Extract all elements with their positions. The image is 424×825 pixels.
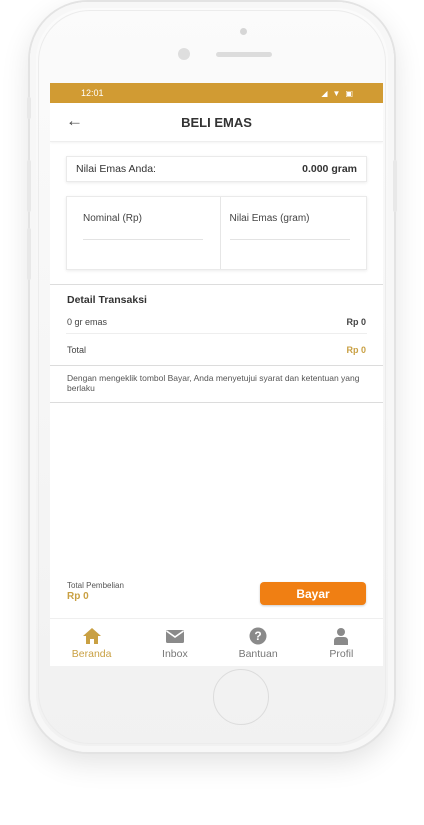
nav-item-profil[interactable]: Profil xyxy=(300,619,383,666)
status-bar: 12:01 ◢ ▼ ▣ xyxy=(50,83,383,103)
gold-balance-label: Nilai Emas Anda: xyxy=(76,163,156,175)
nav-label: Inbox xyxy=(162,648,188,660)
battery-icon: ▣ xyxy=(345,88,353,98)
status-icons: ◢ ▼ ▣ xyxy=(321,89,353,98)
nominal-input-group[interactable]: Nominal (Rp) xyxy=(67,197,220,269)
nav-item-bantuan[interactable]: ? Bantuan xyxy=(217,619,300,666)
nav-label: Bantuan xyxy=(238,648,278,660)
purchase-total-value: Rp 0 xyxy=(67,591,89,602)
earpiece-speaker xyxy=(216,52,272,57)
nominal-input[interactable] xyxy=(83,230,203,240)
gold-amount-input[interactable] xyxy=(229,230,350,240)
detail-row-gold: 0 gr emas Rp 0 xyxy=(50,306,383,327)
help-icon: ? xyxy=(248,627,268,645)
detail-row-amount: Rp 0 xyxy=(346,345,366,355)
nav-item-beranda[interactable]: Beranda xyxy=(50,619,133,666)
svg-text:?: ? xyxy=(254,629,261,643)
front-camera xyxy=(178,48,190,60)
gold-balance-card: Nilai Emas Anda: 0.000 gram xyxy=(66,156,367,182)
nav-label: Beranda xyxy=(71,648,112,660)
volume-up-button xyxy=(27,160,31,212)
nav-item-inbox[interactable]: Inbox xyxy=(133,619,216,666)
page-title: BELI EMAS xyxy=(181,114,252,130)
gold-input-group[interactable]: Nilai Emas (gram) xyxy=(219,197,367,269)
mute-switch xyxy=(27,97,31,119)
gold-balance-value: 0.000 gram xyxy=(302,163,357,175)
wifi-icon: ▼ xyxy=(332,88,341,98)
app-screen: 12:01 ◢ ▼ ▣ ← BELI EMAS Nilai Emas Anda:… xyxy=(50,83,383,666)
purchase-total-label: Total Pembelian xyxy=(67,581,124,590)
nominal-label: Nominal (Rp) xyxy=(83,213,142,224)
back-arrow-icon[interactable]: ← xyxy=(66,111,83,131)
pay-button[interactable]: Bayar xyxy=(260,582,366,605)
signal-icon: ◢ xyxy=(321,88,328,98)
bottom-nav: Beranda Inbox ? Bantuan Profil xyxy=(50,618,383,666)
purchase-total: Total Pembelian Rp 0 xyxy=(67,581,124,602)
gold-amount-label: Nilai Emas (gram) xyxy=(229,213,310,224)
app-bar: ← BELI EMAS xyxy=(50,103,383,142)
power-button xyxy=(393,160,397,212)
detail-title: Detail Transaksi xyxy=(67,294,147,306)
detail-row-label: 0 gr emas xyxy=(67,317,108,327)
nav-label: Profil xyxy=(329,648,354,660)
detail-row-label: Total xyxy=(67,345,87,355)
terms-text: Dengan mengeklik tombol Bayar, Anda meny… xyxy=(67,373,360,393)
user-icon xyxy=(331,627,351,645)
status-time: 12:01 xyxy=(81,88,104,98)
terms-section: Dengan mengeklik tombol Bayar, Anda meny… xyxy=(50,365,383,403)
proximity-sensor xyxy=(240,28,247,35)
detail-row-amount: Rp 0 xyxy=(346,317,366,327)
purchase-input-card: Nominal (Rp) Nilai Emas (gram) xyxy=(66,196,367,270)
volume-down-button xyxy=(27,228,31,280)
detail-row-total: Total Rp 0 xyxy=(50,334,383,355)
home-icon xyxy=(82,627,102,645)
mail-icon xyxy=(165,627,185,645)
home-button[interactable] xyxy=(213,669,269,725)
